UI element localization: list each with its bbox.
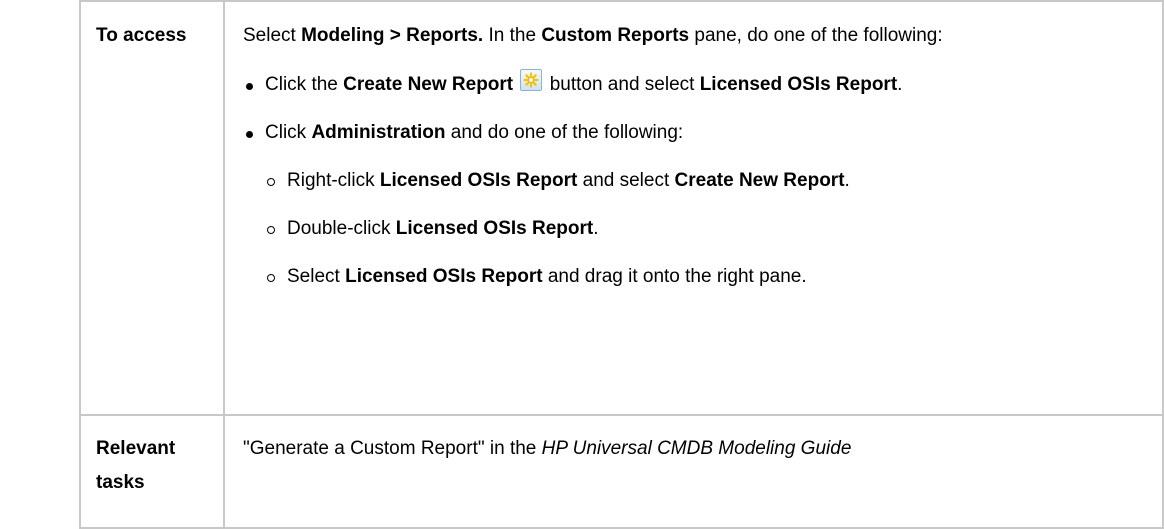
list-item: Click the Create New Report button and s… (243, 68, 1162, 102)
info-table: To access Select Modeling > Reports. In … (79, 0, 1164, 529)
intro-text: In the (483, 25, 542, 46)
ui-term: Licensed OSIs Report (379, 170, 578, 191)
step-text: Click (265, 122, 312, 143)
step-text: . (844, 170, 850, 191)
menu-path: Modeling > Reports. (301, 25, 484, 46)
ui-term: Licensed OSIs Report (395, 218, 594, 239)
sub-bullet-icon (267, 226, 275, 234)
intro-text: Select (243, 25, 302, 46)
step-text: . (897, 74, 903, 95)
step-text: Double-click (287, 218, 396, 239)
list-item: Right-click Licensed OSIs Report and sel… (265, 164, 1162, 198)
task-link-text: "Generate a Custom Report" in the (243, 438, 542, 459)
list-item: Double-click Licensed OSIs Report. (265, 212, 1162, 246)
ui-term: Licensed OSIs Report (345, 266, 543, 287)
step-text: and do one of the following: (445, 122, 684, 143)
ui-term: Create New Report (674, 170, 845, 191)
pane-name: Custom Reports (541, 25, 690, 46)
step-text: Select (287, 266, 346, 287)
list-item: Click Administration and do one of the f… (243, 116, 1162, 294)
access-intro: Select Modeling > Reports. In the Custom… (243, 19, 1162, 53)
list-item: Select Licensed OSIs Report and drag it … (265, 260, 1162, 294)
guide-title: HP Universal CMDB Modeling Guide (541, 438, 852, 459)
ui-term: Create New Report (343, 74, 514, 95)
row-content-relevant-tasks: "Generate a Custom Report" in the HP Uni… (223, 414, 1164, 529)
ui-term: Licensed OSIs Report (699, 74, 898, 95)
sub-bullet-icon (267, 274, 275, 282)
step-text: Click the (265, 74, 344, 95)
row-label-to-access: To access (79, 0, 225, 416)
row-label-relevant-tasks: Relevant tasks (79, 414, 225, 529)
bullet-icon (246, 83, 253, 90)
ui-term: Administration (311, 122, 446, 143)
administration-substeps-list: Right-click Licensed OSIs Report and sel… (265, 164, 1162, 294)
table-row-relevant-tasks: Relevant tasks "Generate a Custom Report… (79, 414, 1164, 529)
step-text: Right-click (287, 170, 380, 191)
sub-bullet-icon (267, 178, 275, 186)
step-text: and select (577, 170, 675, 191)
table-row-to-access: To access Select Modeling > Reports. In … (79, 0, 1164, 416)
bullet-icon (246, 131, 253, 138)
intro-text: pane, do one of the following: (689, 25, 943, 46)
row-content-to-access: Select Modeling > Reports. In the Custom… (223, 0, 1164, 416)
step-text: button and select (544, 74, 700, 95)
step-text: and drag it onto the right pane. (542, 266, 807, 287)
access-steps-list: Click the Create New Report button and s… (243, 68, 1162, 294)
step-text: . (593, 218, 599, 239)
task-reference: "Generate a Custom Report" in the HP Uni… (243, 438, 851, 459)
create-new-report-icon (520, 69, 543, 91)
